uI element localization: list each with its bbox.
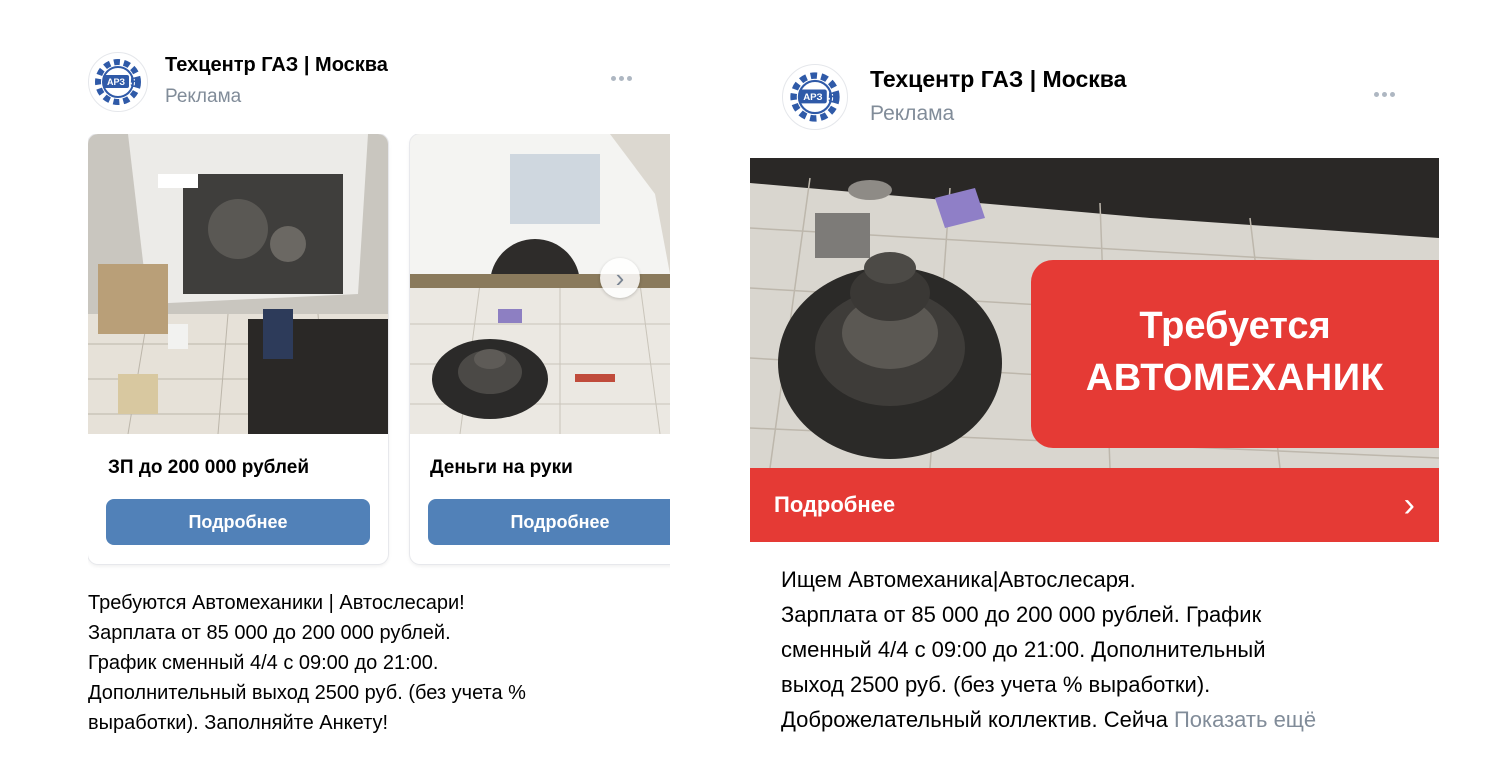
post-text: Ищем Автомеханика|Автослесаря. Зарплата … <box>781 562 1441 737</box>
author-name[interactable]: Техцентр ГАЗ | Москва <box>870 66 1126 93</box>
banner-headline: Требуется АВТОМЕХАНИК <box>1031 260 1439 448</box>
banner-image[interactable]: Требуется АВТОМЕХАНИК <box>750 158 1439 468</box>
banner-line-1: Требуется <box>1139 305 1331 347</box>
post-text-truncated: Доброжелательный коллектив. Сейча <box>781 707 1168 732</box>
ad-label: Реклама <box>870 102 955 125</box>
post-text-body: Ищем Автомеханика|Автослесаря. Зарплата … <box>781 567 1266 697</box>
company-logo[interactable]: АРЗ 5 <box>782 64 848 130</box>
cta-bar[interactable]: Подробнее › <box>750 468 1439 542</box>
chevron-right-icon: › <box>1403 486 1415 524</box>
banner-line-2: АВТОМЕХАНИК <box>1085 357 1385 399</box>
post-text-last-line: Доброжелательный коллектив. Сейча Показа… <box>781 702 1441 737</box>
logo-text: АРЗ <box>803 92 822 103</box>
cta-label: Подробнее <box>774 492 896 517</box>
logo-digit: 5 <box>828 89 836 106</box>
more-options-icon[interactable] <box>1374 92 1395 97</box>
show-more-link[interactable]: Показать ещё <box>1174 707 1316 732</box>
right-post: АРЗ 5 Техцентр ГАЗ | Москва Реклама Треб… <box>0 0 1500 784</box>
gear-logo-icon: АРЗ 5 <box>790 72 840 122</box>
